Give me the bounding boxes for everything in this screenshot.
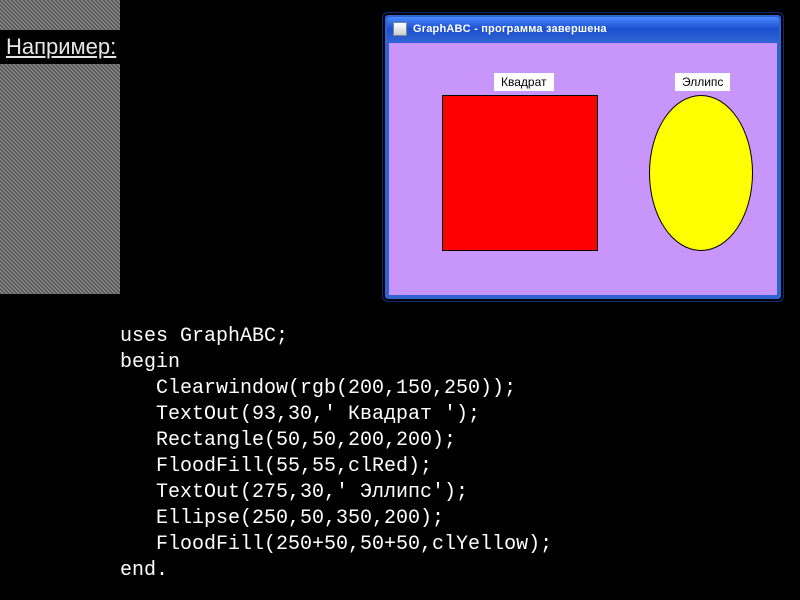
graphabc-window: GraphABC - программа завершена Квадрат Э… [382,12,784,302]
decorative-block-mid [0,64,120,294]
code-block: uses GraphABC; begin Clearwindow(rgb(200… [120,324,552,584]
app-icon [393,22,407,36]
decorative-block-top [0,0,120,30]
window-title: GraphABC - программа завершена [413,23,607,35]
code-line: end. [120,559,168,582]
ellipse-shape [649,95,753,251]
canvas-area: Квадрат Эллипс [389,43,777,295]
code-line: Ellipse(250,50,350,200); [120,507,444,530]
code-line: TextOut(93,30,' Квадрат '); [120,403,480,426]
ellipse-label: Эллипс [675,73,730,91]
code-line: Rectangle(50,50,200,200); [120,429,456,452]
code-line: FloodFill(55,55,clRed); [120,455,432,478]
titlebar[interactable]: GraphABC - программа завершена [387,17,779,41]
code-line: begin [120,351,180,374]
code-line: Clearwindow(rgb(200,150,250)); [120,377,516,400]
slide-title: Например: [6,34,116,60]
code-line: FloodFill(250+50,50+50,clYellow); [120,533,552,556]
square-shape [442,95,598,251]
square-label: Квадрат [494,73,554,91]
code-line: uses GraphABC; [120,325,288,348]
code-line: TextOut(275,30,' Эллипс'); [120,481,468,504]
